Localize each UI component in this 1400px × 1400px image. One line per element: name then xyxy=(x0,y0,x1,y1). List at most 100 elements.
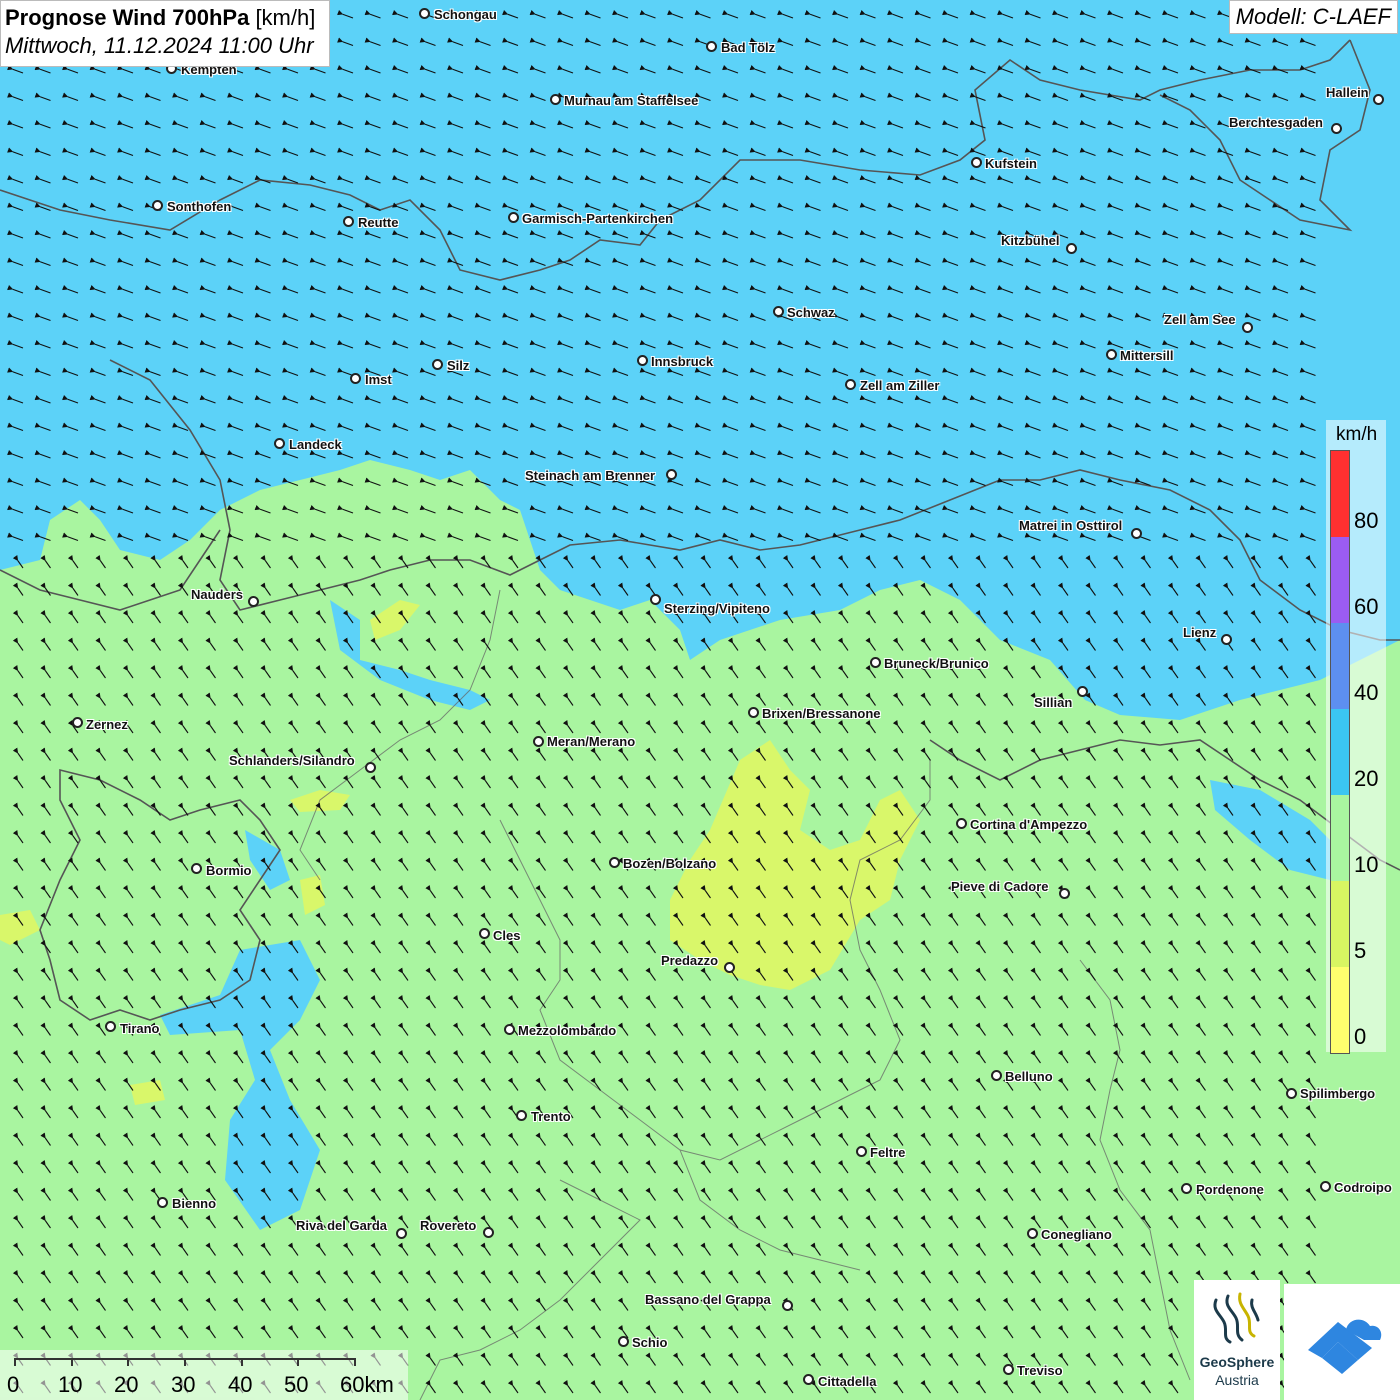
city-marker xyxy=(609,857,620,868)
legend-swatch xyxy=(1331,623,1349,709)
weather-app-icon xyxy=(1308,1319,1382,1374)
scale-label: 60km xyxy=(340,1372,394,1397)
city-label: Innsbruck xyxy=(651,354,714,369)
city-marker xyxy=(508,212,519,223)
city-label: Sillian xyxy=(1034,695,1073,710)
city-label: Belluno xyxy=(1005,1069,1053,1084)
city-label: Bormio xyxy=(206,863,252,878)
city-label: Schio xyxy=(632,1335,668,1350)
city-marker xyxy=(1131,528,1142,539)
geosphere-logo[interactable]: GeoSphere Austria xyxy=(1194,1280,1280,1400)
city-label: Imst xyxy=(365,372,392,387)
city-label: Kufstein xyxy=(985,156,1037,171)
city-marker xyxy=(1242,322,1253,333)
city-marker xyxy=(157,1197,168,1208)
map-title: Prognose Wind 700hPa [km/h] xyxy=(5,4,315,32)
city-marker xyxy=(533,736,544,747)
city-marker xyxy=(845,379,856,390)
scale-label: 50 xyxy=(284,1372,309,1397)
model-label: Modell: C-LAEF xyxy=(1228,0,1398,34)
scale-tick xyxy=(354,1358,356,1366)
title-unit: [km/h] xyxy=(255,5,316,30)
city-marker xyxy=(1331,123,1342,134)
city-marker xyxy=(504,1024,515,1035)
city-marker xyxy=(1059,888,1070,899)
scale-tick xyxy=(127,1358,129,1366)
legend-label: 60 xyxy=(1354,594,1379,619)
city-label: Bruneck/Brunico xyxy=(884,656,989,671)
city-marker xyxy=(1181,1183,1192,1194)
city-marker xyxy=(350,373,361,384)
scale-tick xyxy=(241,1358,243,1366)
city-label: Murnau am Staffelsee xyxy=(564,93,699,108)
city-label: Brixen/Bressanone xyxy=(762,706,881,721)
city-label: Lienz xyxy=(1183,625,1217,640)
city-marker xyxy=(1077,686,1088,697)
city-marker xyxy=(870,657,881,668)
city-label: Berchtesgaden xyxy=(1229,115,1323,130)
city-label: Steinach am Brenner xyxy=(525,468,656,483)
scale-tick xyxy=(184,1358,186,1366)
legend-label: 20 xyxy=(1354,766,1379,791)
city-marker xyxy=(479,928,490,939)
scale-label: 20 xyxy=(114,1372,139,1397)
city-label: Mittersill xyxy=(1120,348,1174,363)
legend-swatch xyxy=(1331,881,1349,967)
city-marker xyxy=(1106,349,1117,360)
city-marker xyxy=(706,41,717,52)
geosphere-name: GeoSphere xyxy=(1199,1354,1275,1370)
city-label: Rovereto xyxy=(420,1218,477,1233)
city-marker xyxy=(637,355,648,366)
city-label: Bienno xyxy=(172,1196,217,1211)
city-marker xyxy=(1286,1088,1297,1099)
legend-label: 40 xyxy=(1354,680,1379,705)
legend-swatch xyxy=(1331,451,1349,537)
city-label: Treviso xyxy=(1017,1363,1063,1378)
city-marker xyxy=(152,200,163,211)
color-legend: km/h 80 60 40 20 10 5 0 xyxy=(1326,420,1386,1054)
city-label: Schlanders/Silandro xyxy=(229,753,355,768)
city-label: Cittadella xyxy=(818,1374,877,1389)
legend-label: 10 xyxy=(1354,852,1379,877)
city-marker xyxy=(724,962,735,973)
wind-forecast-map: Schongau Bad Tölz Kempten Hallein Murnau am … xyxy=(0,0,1400,1400)
city-label: Zernez xyxy=(86,717,128,732)
city-marker xyxy=(748,707,759,718)
city-label: Tirano xyxy=(120,1021,160,1036)
scale-tick xyxy=(297,1358,299,1366)
city-label: Riva del Garda xyxy=(296,1218,388,1233)
city-label: Codroipo xyxy=(1334,1180,1392,1195)
scale-label: 10 xyxy=(58,1372,83,1397)
city-marker xyxy=(773,306,784,317)
city-marker xyxy=(72,717,83,728)
city-label: Kitzbühel xyxy=(1001,233,1060,248)
title-main: Prognose Wind 700hPa xyxy=(5,5,250,30)
city-marker xyxy=(396,1228,407,1239)
city-label: Bassano del Grappa xyxy=(645,1292,771,1307)
city-marker xyxy=(1003,1364,1014,1375)
legend-swatch xyxy=(1331,537,1349,623)
city-label: Trento xyxy=(531,1109,571,1124)
city-label: Cortina d'Ampezzo xyxy=(970,817,1088,832)
city-marker xyxy=(483,1227,494,1238)
city-label: Landeck xyxy=(289,437,342,452)
app-logo[interactable] xyxy=(1284,1284,1400,1400)
city-label: Bozen/Bolzano xyxy=(623,856,717,871)
city-label: Sonthofen xyxy=(167,199,232,214)
map-title-box: Prognose Wind 700hPa [km/h] Mittwoch, 11… xyxy=(0,0,331,67)
legend-swatch xyxy=(1331,967,1349,1053)
city-marker xyxy=(971,157,982,168)
city-label: Meran/Merano xyxy=(547,734,636,749)
city-marker xyxy=(956,818,967,829)
scale-tick xyxy=(71,1358,73,1366)
city-marker xyxy=(991,1070,1002,1081)
city-label: Cles xyxy=(493,928,521,943)
legend-bar xyxy=(1330,450,1350,1054)
city-label: Hallein xyxy=(1326,85,1369,100)
geosphere-subtitle: Austria xyxy=(1215,1372,1259,1388)
scale-label: 40 xyxy=(228,1372,253,1397)
legend-label: 0 xyxy=(1354,1024,1367,1049)
forecast-datetime: Mittwoch, 11.12.2024 11:00 Uhr xyxy=(5,33,314,58)
city-marker xyxy=(550,94,561,105)
city-label: Pordenone xyxy=(1196,1182,1264,1197)
